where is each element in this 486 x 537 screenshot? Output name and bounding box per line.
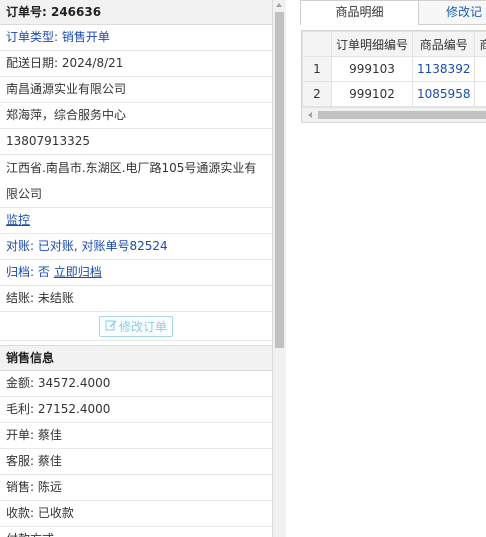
tab-product-details[interactable]: 商品明细 [300,0,419,25]
table-row[interactable]: 2 999102 1085958 [302,81,486,107]
archive-status: 否 [37,265,50,279]
edit-order-button[interactable]: 修改订单 [98,315,173,337]
row-index: 2 [302,81,332,107]
sales-profit: 毛利: 27152.4000 [0,397,272,423]
monitor-link[interactable]: 监控 [0,208,272,234]
order-number-header: 订单号: 246636 [0,0,272,25]
payment-method: 付款方式 [0,527,272,537]
archive-now-link[interactable]: 立即归档 [54,265,102,279]
service-by: 客服: 蔡佳 [0,449,272,475]
payment-status: 收款: 已收款 [0,501,272,527]
row-index: 1 [302,56,332,82]
contact-person: 郑海萍，综合服务中心 [0,103,272,129]
reconcile-status: 对账: 已对账, 对账单号82524 [0,234,272,260]
detail-tabs-panel: 商品明细 修改记 订单明细编号 商品编号 商 1 999103 1138392 [292,0,486,537]
scroll-up-icon[interactable] [276,3,282,7]
tab-modification-log[interactable]: 修改记 [418,0,486,24]
delivery-date: 配送日期: 2024/8/21 [0,51,272,77]
col-next[interactable]: 商 [474,31,486,57]
tab-bar: 商品明细 修改记 [300,0,486,25]
delivery-address: 江西省.南昌市.东湖区.电厂路105号通源实业有限公司 [0,155,272,208]
archive-label: 归档: [6,265,38,279]
grid-horizontal-scrollbar[interactable] [302,107,486,122]
phone-number: 13807913325 [0,129,272,155]
detail-id-cell: 999102 [330,81,414,107]
product-detail-grid: 订单明细编号 商品编号 商 1 999103 1138392 2 999102 … [301,30,486,123]
table-row[interactable]: 1 999103 1138392 [302,56,486,82]
next-cell [474,56,486,82]
sales-by: 销售: 陈远 [0,475,272,501]
next-cell [474,81,486,107]
product-table: 订单明细编号 商品编号 商 1 999103 1138392 2 999102 … [302,31,486,107]
col-index [302,31,332,57]
sales-info-header: 销售信息 [0,345,272,371]
edit-icon [105,319,117,334]
table-header-row: 订单明细编号 商品编号 商 [302,31,486,57]
col-product-id[interactable]: 商品编号 [412,31,476,57]
scroll-thumb[interactable] [275,12,284,348]
company-name: 南昌通源实业有限公司 [0,77,272,103]
product-id-link[interactable]: 1085958 [412,81,476,107]
settle-status: 结账: 未结账 [0,286,272,312]
detail-id-cell: 999103 [330,56,414,82]
order-type: 订单类型: 销售开单 [0,25,272,51]
order-detail-panel: 订单号: 246636 订单类型: 销售开单 配送日期: 2024/8/21 南… [0,0,273,537]
grid-scroll-thumb[interactable] [318,111,486,119]
archive-row: 归档: 否 立即归档 [0,260,272,286]
sales-amount: 金额: 34572.4000 [0,371,272,397]
scroll-left-icon[interactable] [308,112,312,118]
product-id-link[interactable]: 1138392 [412,56,476,82]
left-panel-scrollbar[interactable] [273,0,286,537]
edit-order-row: 修改订单 [0,312,272,341]
invoice-by: 开单: 蔡佳 [0,423,272,449]
edit-order-label: 修改订单 [118,319,167,334]
col-detail-id[interactable]: 订单明细编号 [330,31,414,57]
